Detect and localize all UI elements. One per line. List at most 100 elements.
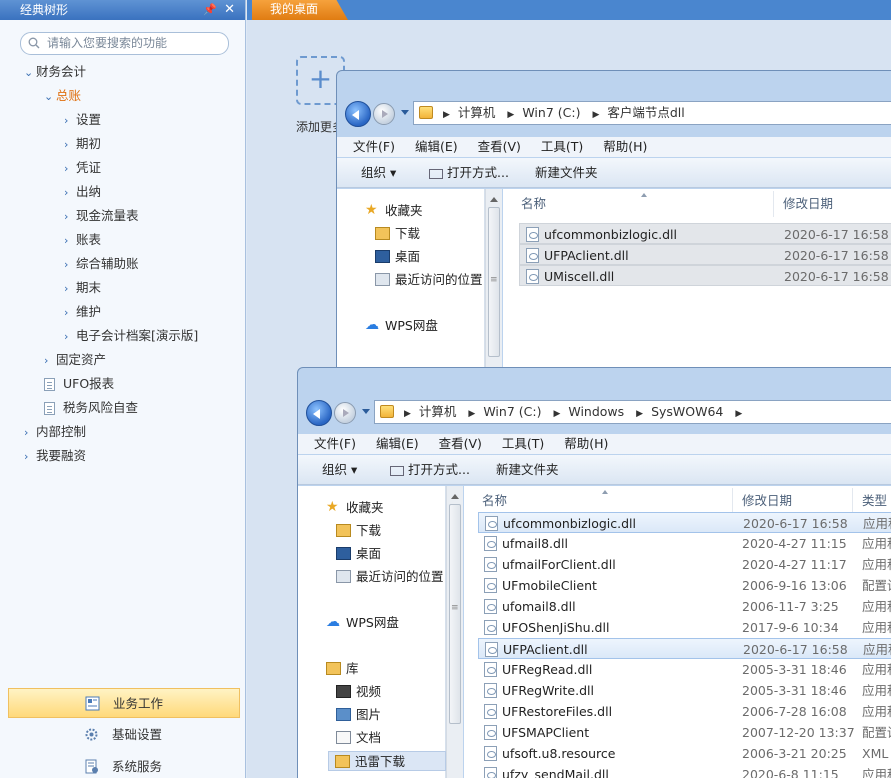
file-type: 应用程 xyxy=(862,536,891,551)
nav-scrollbar[interactable] xyxy=(485,189,502,379)
nav-downloads[interactable]: 下载 xyxy=(373,224,420,244)
tree-item-fixed-assets[interactable]: › 固定资产 xyxy=(44,349,106,371)
tree-item-cashier[interactable]: › 出纳 xyxy=(64,181,101,203)
nav-downloads[interactable]: 下载 xyxy=(334,521,381,541)
close-icon[interactable]: ✕ xyxy=(224,0,235,20)
dll-file-icon xyxy=(485,516,498,531)
desktop-icon xyxy=(375,250,390,263)
tree-item-e-archive[interactable]: › 电子会计档案[演示版] xyxy=(64,325,198,347)
file-row[interactable]: UFRegWrite.dll 2005-3-31 18:46 应用程 xyxy=(478,680,891,701)
file-row[interactable]: UFOShenJiShu.dll 2017-9-6 10:34 应用程 xyxy=(478,617,891,638)
menu-help[interactable]: 帮助(H) xyxy=(564,436,608,451)
tree-item-finance[interactable]: ⌄ 财务会计 xyxy=(24,61,86,83)
nav-business-work[interactable]: 业务工作 xyxy=(8,688,240,718)
breadcrumb[interactable]: ▶ 计算机 ▶ Win7 (C:) ▶ Windows ▶ SysWOW64 ▶ xyxy=(374,400,891,424)
menu-edit[interactable]: 编辑(E) xyxy=(415,139,458,154)
menu-file[interactable]: 文件(F) xyxy=(353,139,395,154)
nav-wps-cloud[interactable]: ☁ WPS网盘 xyxy=(363,316,438,336)
tree-item-voucher[interactable]: › 凭证 xyxy=(64,157,101,179)
file-date: 2020-4-27 11:15 xyxy=(742,536,847,551)
menu-help[interactable]: 帮助(H) xyxy=(603,139,647,154)
nav-scrollbar[interactable] xyxy=(446,486,463,778)
breadcrumb[interactable]: ▶ 计算机 ▶ Win7 (C:) ▶ 客户端节点dll xyxy=(413,101,891,125)
chevron-down-icon[interactable] xyxy=(362,409,370,418)
file-name: ufomail8.dll xyxy=(502,599,576,614)
open-with-button[interactable]: 打开方式... xyxy=(429,158,509,188)
menu-tools[interactable]: 工具(T) xyxy=(502,436,544,451)
picture-icon xyxy=(336,708,351,721)
left-panel-header: 经典树形 📌 ✕ xyxy=(0,0,245,20)
file-row[interactable]: UFPAclient.dll 2020-6-17 16:58 xyxy=(519,244,891,265)
nav-basic-settings[interactable]: 基础设置 xyxy=(8,720,240,750)
nav-thunder-downloads[interactable]: 迅雷下载 xyxy=(328,751,446,771)
column-name[interactable]: 名称 xyxy=(482,488,507,514)
library-icon xyxy=(326,662,341,675)
nav-recent[interactable]: 最近访问的位置 xyxy=(334,567,444,587)
tree-item-aux[interactable]: › 综合辅助账 xyxy=(64,253,139,275)
tree-item-settings[interactable]: › 设置 xyxy=(64,109,101,131)
file-row[interactable]: ufmail8.dll 2020-4-27 11:15 应用程 xyxy=(478,533,891,554)
file-row[interactable]: UFPAclient.dll 2020-6-17 16:58 应用程 xyxy=(478,638,891,659)
nav-library[interactable]: 库 xyxy=(324,659,359,679)
nav-desktop[interactable]: 桌面 xyxy=(373,247,420,267)
menu-view[interactable]: 查看(V) xyxy=(439,436,482,451)
nav-favorites[interactable]: ★ 收藏夹 xyxy=(324,498,384,518)
file-row[interactable]: UFmobileClient 2006-9-16 13:06 配置设 xyxy=(478,575,891,596)
tree-item-tax-risk[interactable]: 税务风险自查 xyxy=(44,397,138,419)
organize-button[interactable]: 组织 ▾ xyxy=(322,455,357,485)
file-type: 应用程 xyxy=(862,557,891,572)
column-type[interactable]: 类型 xyxy=(862,488,887,514)
file-row[interactable]: ufzy_sendMail.dll 2020-6-8 11:15 应用程 xyxy=(478,764,891,778)
tab-my-desktop[interactable]: 我的桌面 xyxy=(252,0,348,20)
tree-item-internal-control[interactable]: › 内部控制 xyxy=(24,421,86,443)
tree-item-cashflow[interactable]: › 现金流量表 xyxy=(64,205,139,227)
tree-item-period-end[interactable]: › 期末 xyxy=(64,277,101,299)
tree-item-financing[interactable]: › 我要融资 xyxy=(24,445,86,467)
column-date[interactable]: 修改日期 xyxy=(783,191,833,217)
menu-edit[interactable]: 编辑(E) xyxy=(376,436,419,451)
nav-pictures[interactable]: 图片 xyxy=(334,705,381,725)
column-name[interactable]: 名称 xyxy=(521,191,546,217)
function-search-input[interactable]: 请输入您要搜索的功能 xyxy=(20,32,229,55)
forward-button[interactable] xyxy=(334,402,356,424)
organize-button[interactable]: 组织 ▾ xyxy=(361,158,396,188)
file-name: ufmailForClient.dll xyxy=(502,557,616,572)
tree-item-reports[interactable]: › 账表 xyxy=(64,229,101,251)
nav-system-service[interactable]: 系统服务 xyxy=(8,752,240,778)
nav-favorites[interactable]: ★ 收藏夹 xyxy=(363,201,423,221)
new-folder-button[interactable]: 新建文件夹 xyxy=(496,455,559,485)
nav-documents[interactable]: 文档 xyxy=(334,728,381,748)
column-date[interactable]: 修改日期 xyxy=(742,488,792,514)
file-row[interactable]: UFSMAPClient 2007-12-20 13:37 配置设 xyxy=(478,722,891,743)
chevron-down-icon[interactable] xyxy=(401,110,409,119)
file-row[interactable]: ufmailForClient.dll 2020-4-27 11:17 应用程 xyxy=(478,554,891,575)
new-folder-button[interactable]: 新建文件夹 xyxy=(535,158,598,188)
nav-desktop[interactable]: 桌面 xyxy=(334,544,381,564)
file-row[interactable]: ufcommonbizlogic.dll 2020-6-17 16:58 xyxy=(519,223,891,244)
back-button[interactable] xyxy=(345,101,371,127)
file-row[interactable]: UFRegRead.dll 2005-3-31 18:46 应用程 xyxy=(478,659,891,680)
chevron-right-icon: › xyxy=(64,186,69,199)
nav-wps-cloud[interactable]: ☁ WPS网盘 xyxy=(324,613,399,633)
file-row[interactable]: ufsoft.u8.resource 2006-3-21 20:25 XML xyxy=(478,743,891,764)
tree-item-ufo[interactable]: UFO报表 xyxy=(44,373,114,395)
menu-file[interactable]: 文件(F) xyxy=(314,436,356,451)
chevron-right-icon: › xyxy=(64,306,69,319)
menu-view[interactable]: 查看(V) xyxy=(478,139,521,154)
tree-item-opening[interactable]: › 期初 xyxy=(64,133,101,155)
menu-tools[interactable]: 工具(T) xyxy=(541,139,583,154)
pin-icon[interactable]: 📌 xyxy=(203,0,217,20)
back-button[interactable] xyxy=(306,400,332,426)
file-date: 2006-7-28 16:08 xyxy=(742,704,847,719)
nav-recent[interactable]: 最近访问的位置 xyxy=(373,270,483,290)
tree-item-maintenance[interactable]: › 维护 xyxy=(64,301,101,323)
file-row[interactable]: UFRestoreFiles.dll 2006-7-28 16:08 应用程 xyxy=(478,701,891,722)
file-row[interactable]: ufcommonbizlogic.dll 2020-6-17 16:58 应用程 xyxy=(478,512,891,533)
forward-button[interactable] xyxy=(373,103,395,125)
tree-item-ledger[interactable]: ⌄ 总账 xyxy=(44,85,81,107)
sort-ascending-icon xyxy=(641,190,647,197)
file-row[interactable]: ufomail8.dll 2006-11-7 3:25 应用程 xyxy=(478,596,891,617)
file-row[interactable]: UMiscell.dll 2020-6-17 16:58 xyxy=(519,265,891,286)
nav-videos[interactable]: 视频 xyxy=(334,682,381,702)
open-with-button[interactable]: 打开方式... xyxy=(390,455,470,485)
